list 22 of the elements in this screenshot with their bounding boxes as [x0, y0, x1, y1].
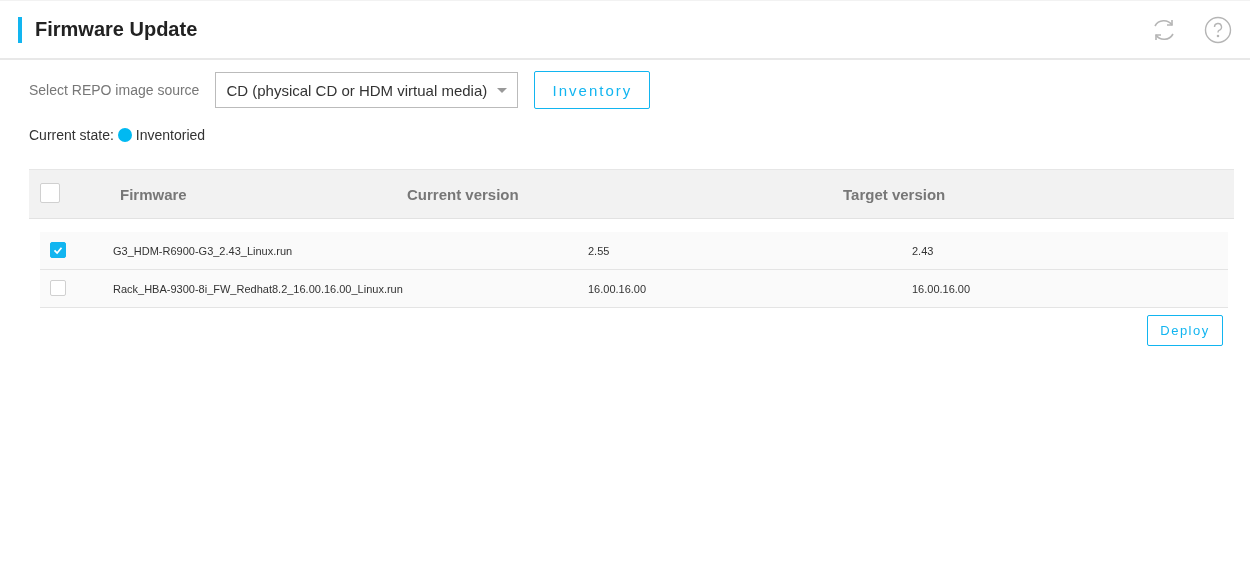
source-label: Select REPO image source	[29, 82, 200, 98]
help-icon[interactable]	[1204, 15, 1232, 44]
column-header: Target version	[843, 185, 947, 203]
table-cell-text: G3_HDM-R6900-G3_2.43_Linux.run	[113, 244, 294, 257]
checkbox[interactable]	[50, 241, 66, 258]
checkbox[interactable]	[50, 279, 66, 296]
state-value: Inventoried	[135, 127, 206, 143]
table-cell-text: Rack_HBA-9300-8i_FW_Redhat8.2_16.00.16.00_Linux.run	[113, 282, 404, 295]
inventory-button[interactable]: Inventory	[534, 71, 651, 109]
table-cell-text: 16.00.16.00	[912, 282, 972, 295]
page-title: Firmware Update	[35, 18, 199, 41]
table-cell-text: 2.43	[912, 244, 935, 257]
source-dropdown[interactable]: CD (physical CD or HDM virtual media)	[215, 72, 519, 108]
deploy-button[interactable]: Deploy	[1147, 315, 1223, 346]
column-header: Firmware	[120, 185, 188, 203]
column-header: Current version	[407, 185, 520, 203]
state-label: Current state:	[29, 127, 114, 143]
table-cell-text: 16.00.16.00	[588, 282, 648, 295]
caret-icon	[497, 87, 508, 93]
table-cell-text: 2.55	[588, 244, 611, 257]
checkbox[interactable]	[40, 182, 60, 203]
accent-bar	[18, 16, 22, 43]
